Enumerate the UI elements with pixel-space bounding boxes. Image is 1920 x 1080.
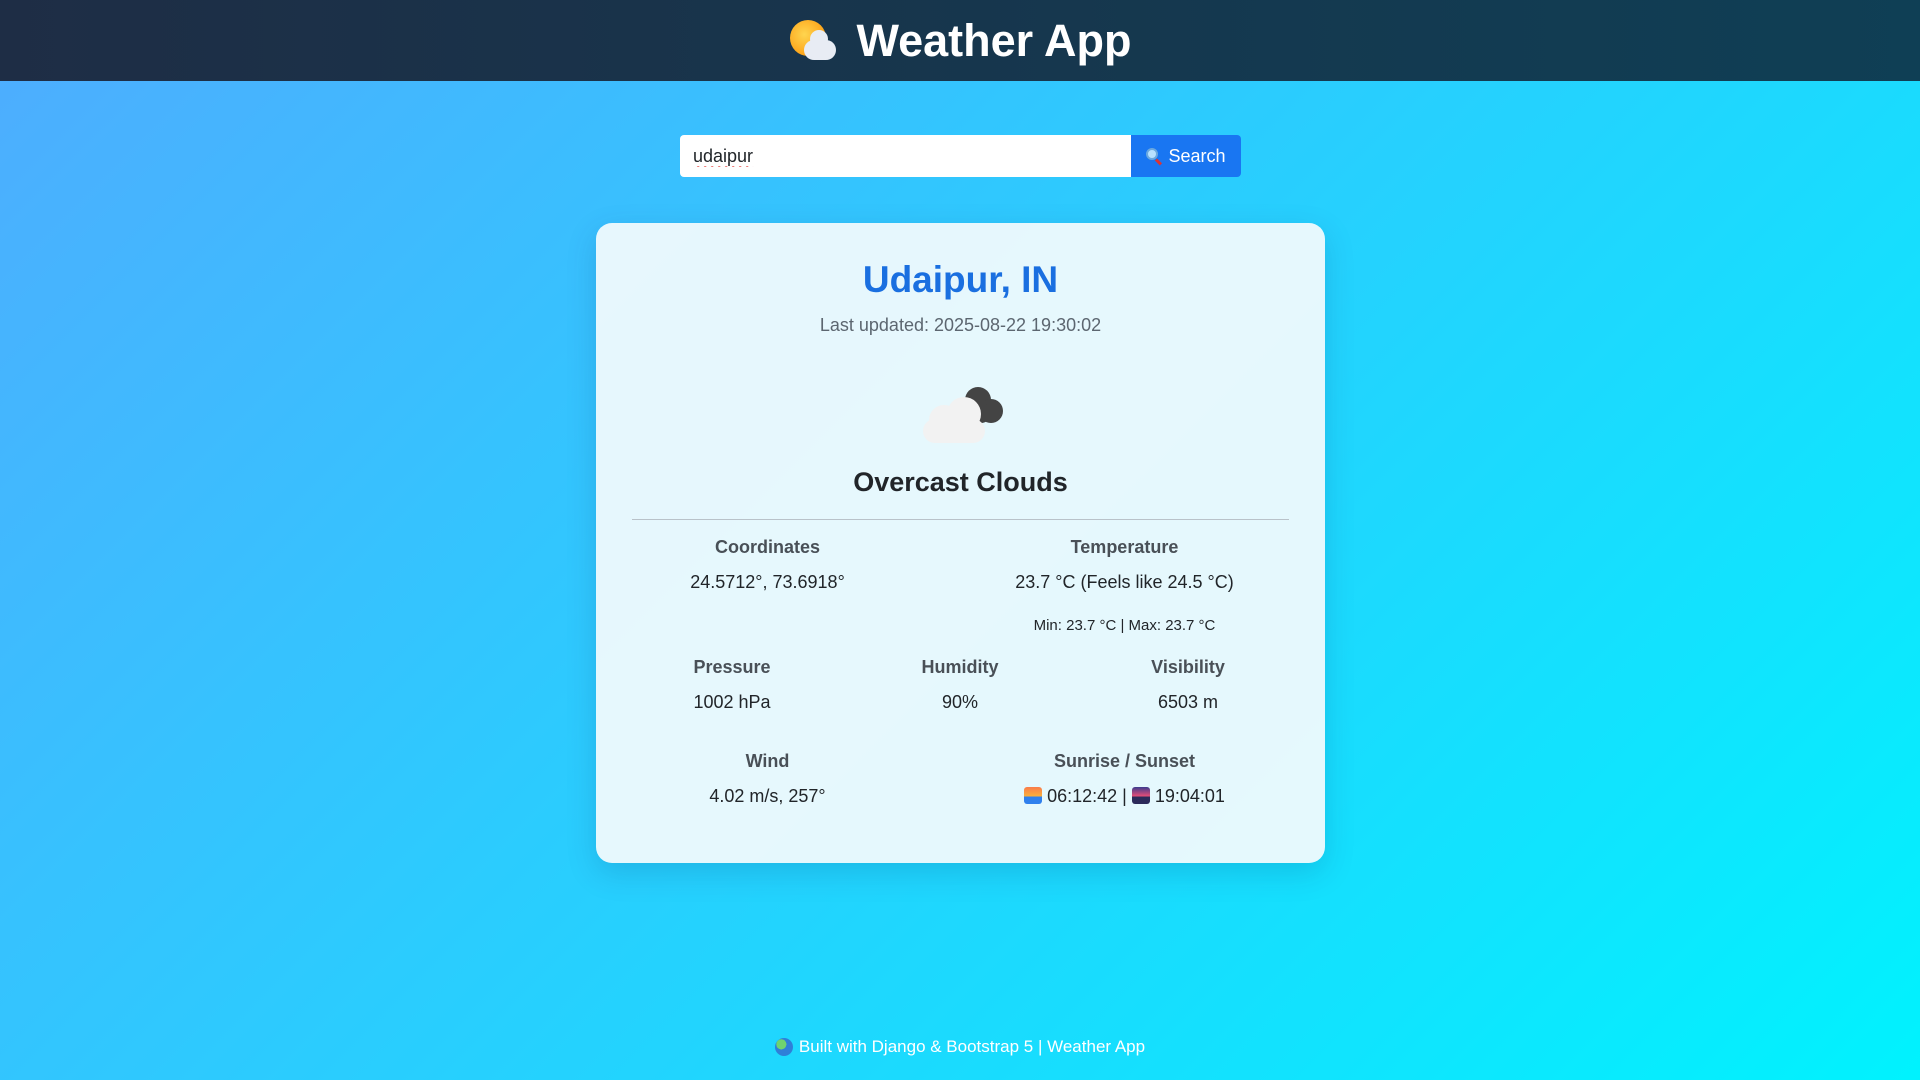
weather-card: Udaipur, IN Last updated: 2025-08-22 19:… [596,223,1325,863]
search-form: Search [680,135,1241,177]
pressure-value: 1002 hPa [693,692,771,712]
coordinates-value: 24.5712°, 73.6918° [690,572,845,592]
temperature-value: 23.7 °C (Feels like 24.5 °C) [1015,572,1234,592]
sunrise-icon [1024,787,1043,804]
temperature-label: Temperature [1070,537,1179,557]
overcast-clouds-icon [921,385,1003,445]
coordinates-label: Coordinates [714,537,820,557]
humidity-stat: Humidity 90% [860,657,1060,713]
last-updated-text: Last updated: 2025-08-22 19:30:02 [819,315,1102,335]
sunrise-sunset-value: 06:12:42 | 19:04:01 [992,786,1257,807]
pressure-stat: Pressure 1002 hPa [632,657,832,713]
pressure-label: Pressure [693,657,771,677]
sunrise-sunset-label: Sunrise / Sunset [1053,751,1196,771]
navbar: Weather App [0,0,1920,81]
divider [632,519,1289,520]
magnifier-icon [1146,148,1163,166]
humidity-value: 90% [941,692,979,712]
wind-stat: Wind 4.02 m/s, 257° [632,751,903,807]
sun-separator: | [1122,786,1127,806]
search-button[interactable]: Search [1131,135,1241,177]
app-title: Weather App [856,14,1132,66]
globe-icon [774,1038,793,1056]
temperature-stat: Temperature 23.7 °C (Feels like 24.5 °C)… [992,537,1257,634]
sunset-time: 19:04:01 [1154,786,1225,806]
visibility-label: Visibility [1151,657,1225,677]
footer: Built with Django & Bootstrap 5 | Weathe… [0,1037,1920,1057]
sunset-icon [1131,787,1150,804]
location-title: Udaipur, IN [862,259,1059,300]
visibility-value: 6503 m [1157,692,1219,712]
temperature-minmax: Min: 23.7 °C | Max: 23.7 °C [1033,617,1216,634]
wind-value: 4.02 m/s, 257° [709,786,826,806]
search-button-label: Search [1168,145,1226,166]
sunrise-sunset-stat: Sunrise / Sunset 06:12:42 | 19:04:01 [992,751,1257,807]
sun-behind-cloud-icon [788,16,838,66]
humidity-label: Humidity [921,657,999,677]
wind-label: Wind [745,751,790,771]
brand[interactable]: Weather App [788,14,1132,67]
weather-description: Overcast Clouds [853,467,1068,497]
visibility-stat: Visibility 6503 m [1088,657,1288,713]
city-search-input[interactable] [680,135,1131,177]
coordinates-stat: Coordinates 24.5712°, 73.6918° [632,537,903,593]
sunrise-time: 06:12:42 [1047,786,1118,806]
footer-text: Built with Django & Bootstrap 5 | Weathe… [798,1037,1146,1056]
